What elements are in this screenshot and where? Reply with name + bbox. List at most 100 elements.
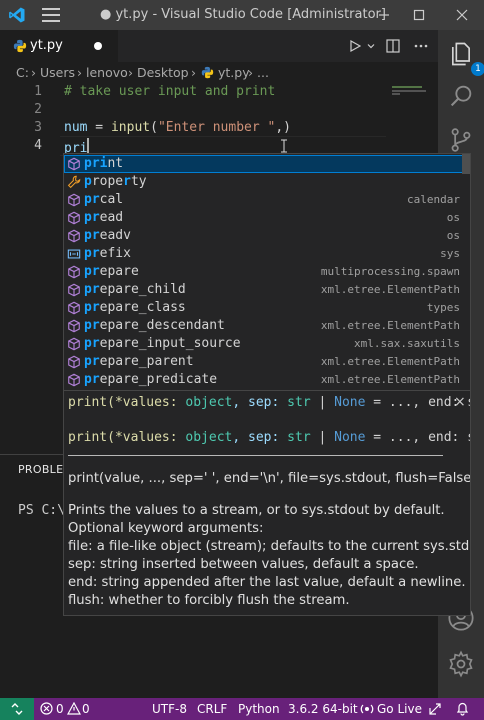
tab-yt-py[interactable]: yt.py <box>0 30 118 62</box>
suggestion-label: prepare_input_source <box>84 336 241 351</box>
tab-label: yt.py <box>30 38 63 53</box>
method-icon <box>67 283 81 297</box>
signature-part: , sep: <box>232 395 288 410</box>
breadcrumb-separator: › <box>191 65 196 80</box>
status-bar: 0 0 UTF-8 CRLF Python 3.6.2 64-bit Go Li… <box>0 698 484 720</box>
more-actions-button[interactable] <box>410 36 432 56</box>
suggestion-item[interactable]: print <box>64 155 470 173</box>
files-icon <box>452 42 470 66</box>
type-token: str <box>287 395 311 410</box>
suggestion-item[interactable]: preadv os <box>64 227 470 245</box>
minimize-button[interactable] <box>372 3 396 27</box>
variable-icon <box>67 247 81 261</box>
doc-line: end: string appended after the last valu… <box>68 575 466 590</box>
split-editor-icon <box>386 39 400 53</box>
suggestion-detail: xml.etree.ElementPath <box>320 355 460 368</box>
suggestion-item[interactable]: prepare_input_source xml.sax.saxutils <box>64 335 470 353</box>
warning-count[interactable]: 0 <box>82 702 90 716</box>
breadcrumb-item[interactable]: yt.py <box>218 65 250 80</box>
go-live-button[interactable]: Go Live <box>377 702 422 716</box>
method-icon <box>67 355 81 369</box>
eol-indicator[interactable]: CRLF <box>197 702 227 716</box>
suggestion-item[interactable]: prepare_class types <box>64 299 470 317</box>
suggestion-label: prepare_predicate <box>84 372 218 387</box>
suggestion-item[interactable]: prepare_parent xml.etree.ElementPath <box>64 353 470 371</box>
maximize-icon <box>413 9 425 21</box>
suggestion-detail: xml.etree.ElementPath <box>320 319 460 332</box>
suggestion-item[interactable]: prefix sys <box>64 245 470 263</box>
doc-line: file: a file-like object (stream); defau… <box>68 539 471 554</box>
doc-line: Prints the values to a stream, or to sys… <box>68 503 445 518</box>
breadcrumb-item[interactable]: C: <box>16 65 29 80</box>
remote-icon <box>11 703 23 715</box>
signature-part: = ..., end: s <box>365 430 471 445</box>
suggestion-item[interactable]: prepare_descendant xml.etree.ElementPath <box>64 317 470 335</box>
comment-token: # take user input and print <box>64 84 276 99</box>
close-window-button[interactable] <box>450 3 474 27</box>
suggestion-detail: types <box>426 301 460 314</box>
details-separator <box>68 455 443 456</box>
minimap-line <box>392 93 400 95</box>
string-token: "Enter number " <box>157 120 276 135</box>
method-icon <box>67 265 81 279</box>
unsaved-dot-icon[interactable] <box>94 42 102 50</box>
suggestion-detail: os <box>446 229 460 242</box>
close-details-button[interactable]: × <box>454 394 466 410</box>
run-dropdown-button[interactable] <box>360 36 382 56</box>
paren-token: ( <box>150 120 158 135</box>
breadcrumb: C: › Users › lenovo › Desktop › yt.py › … <box>0 62 438 84</box>
code-line-1[interactable]: # take user input and print <box>64 84 275 99</box>
code-line-3[interactable]: num = input("Enter number ",) <box>64 120 291 135</box>
suggestion-detail: calendar <box>407 193 460 206</box>
encoding-indicator[interactable]: UTF-8 <box>152 702 187 716</box>
suggestion-scrollbar[interactable] <box>462 154 470 174</box>
function-token: input <box>110 120 151 135</box>
line-number: 4 <box>34 138 42 153</box>
minimap-line <box>392 86 422 88</box>
signature-part: | <box>310 395 335 410</box>
type-token: str <box>287 430 311 445</box>
feedback-icon[interactable] <box>428 702 442 716</box>
search-button[interactable] <box>447 82 475 110</box>
maximize-button[interactable] <box>407 3 431 27</box>
suggestion-item[interactable]: property <box>64 173 470 191</box>
explorer-button[interactable]: 1 <box>447 40 484 76</box>
suggestion-detail: multiprocessing.spawn <box>320 265 460 278</box>
breadcrumb-item[interactable]: Desktop <box>137 65 189 80</box>
remote-button[interactable] <box>0 698 34 720</box>
keyword-token: None <box>334 395 366 410</box>
suggestion-item[interactable]: prepare_predicate xml.etree.ElementPath <box>64 371 470 389</box>
signature-line: print(*values: object, sep: str | None =… <box>68 430 471 445</box>
breadcrumb-item[interactable]: ... <box>257 65 269 80</box>
suggestion-label: prepare <box>84 264 139 279</box>
explorer-badge: 1 <box>471 62 484 76</box>
operator-token: = <box>87 120 111 135</box>
breadcrumb-separator: › <box>248 65 253 80</box>
method-icon <box>67 211 81 225</box>
suggestion-item[interactable]: pread os <box>64 209 470 227</box>
suggestion-label: prepare_child <box>84 282 186 297</box>
breadcrumb-separator: › <box>77 65 82 80</box>
suggestion-label: property <box>84 174 147 189</box>
breadcrumb-item[interactable]: Users <box>40 65 75 80</box>
suggestion-item[interactable]: prepare_child xml.etree.ElementPath <box>64 281 470 299</box>
signature-part: print(*values: <box>68 430 186 445</box>
suggestion-item[interactable]: prcal calendar <box>64 191 470 209</box>
source-control-button[interactable] <box>447 126 475 154</box>
suggestion-label: prepare_class <box>84 300 186 315</box>
bell-icon[interactable] <box>455 701 470 716</box>
split-editor-button[interactable] <box>382 36 404 56</box>
suggestion-item[interactable]: prepare multiprocessing.spawn <box>64 263 470 281</box>
settings-button[interactable] <box>447 650 475 678</box>
type-token: object <box>185 395 233 410</box>
breadcrumb-item[interactable]: lenovo <box>86 65 128 80</box>
vscode-logo-icon <box>9 7 25 23</box>
window-title: ● yt.py - Visual Studio Code [Administra… <box>100 7 386 22</box>
language-indicator[interactable]: Python <box>238 702 280 716</box>
method-icon <box>67 319 81 333</box>
signature-line: print(*values: object, sep: str | None =… <box>68 395 470 410</box>
interpreter-indicator[interactable]: 3.6.2 64-bit <box>288 702 358 716</box>
menu-icon[interactable] <box>42 8 60 22</box>
error-count[interactable]: 0 <box>56 702 64 716</box>
method-icon <box>67 229 81 243</box>
